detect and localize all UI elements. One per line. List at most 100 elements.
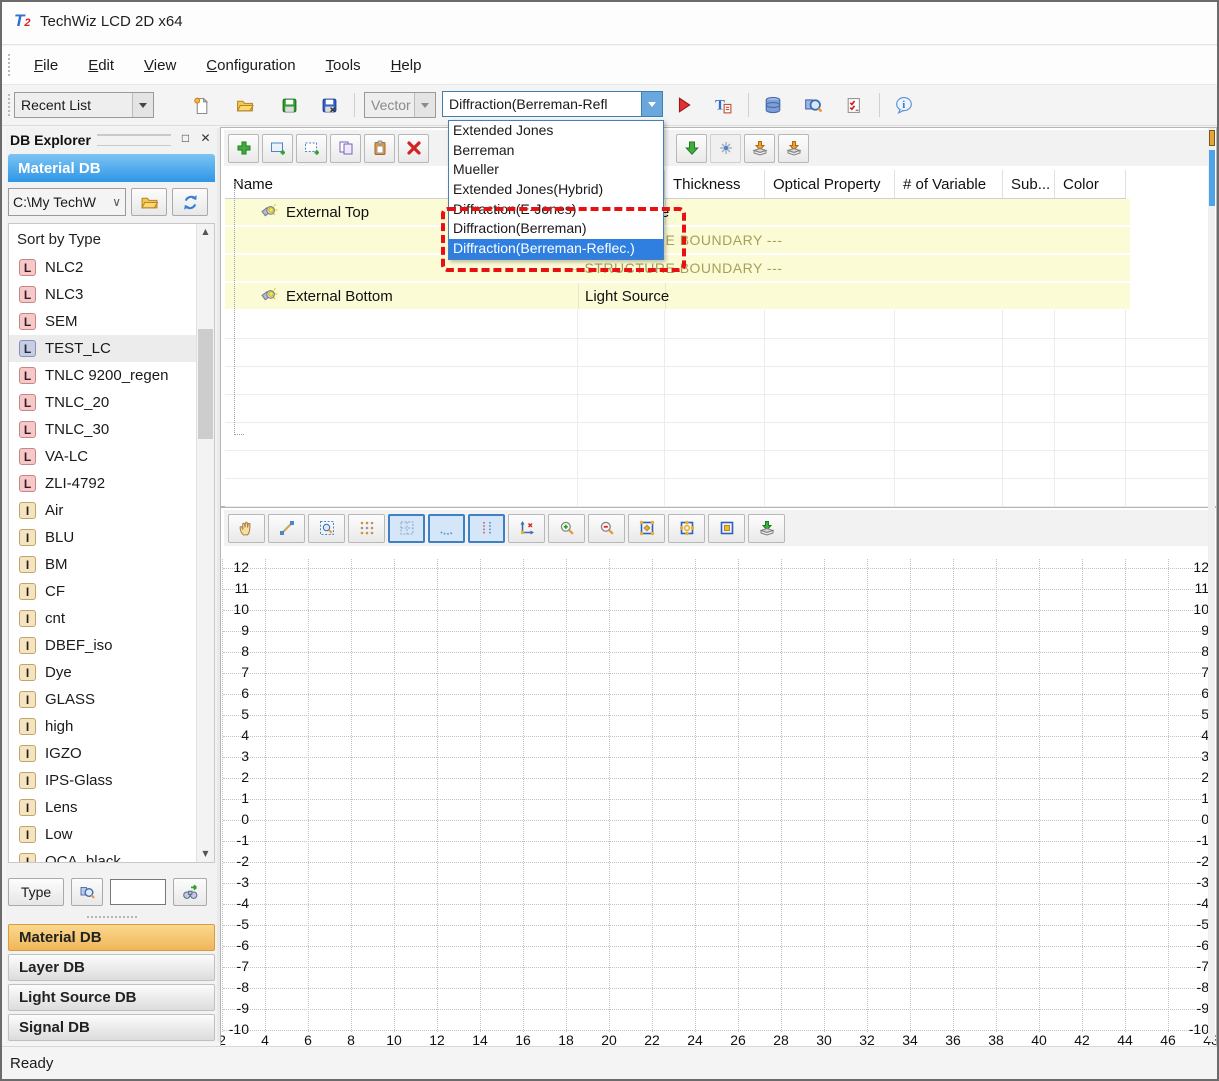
tab-light-source-db[interactable]: Light Source DB [8,984,215,1011]
fit-all-button[interactable] [668,514,705,543]
material-item-blu[interactable]: IBLU [9,524,197,551]
material-item-bm[interactable]: IBM [9,551,197,578]
material-item-glass[interactable]: IGLASS [9,686,197,713]
material-item-nlc2[interactable]: LNLC2 [9,254,197,281]
material-item-lens[interactable]: ILens [9,794,197,821]
material-item-dye[interactable]: IDye [9,659,197,686]
layer-row[interactable]: External BottomLight Source [225,282,1214,310]
method-combo[interactable]: Diffraction(Berreman-Refl [442,91,663,117]
menu-item-tools[interactable]: Tools [314,53,373,78]
material-item-nlc3[interactable]: LNLC3 [9,281,197,308]
open-file-button[interactable] [230,91,260,119]
show-points-button[interactable] [348,514,385,543]
recent-list-arrow[interactable] [132,93,153,117]
material-item-tnlc-20[interactable]: LTNLC_20 [9,389,197,416]
scroll-up-arrow[interactable]: ▲ [197,224,214,240]
material-item-ips-glass[interactable]: IIPS-Glass [9,767,197,794]
method-combo-arrow[interactable] [641,92,662,116]
new-file-button[interactable] [186,91,216,119]
material-item-zli-4792[interactable]: LZLI-4792 [9,470,197,497]
tab-signal-db[interactable]: Signal DB [8,1014,215,1041]
docked-panel-tab-orange[interactable] [1209,130,1215,146]
column-header-#-of-variable[interactable]: # of Variable [895,170,1003,198]
tab-layer-db[interactable]: Layer DB [8,954,215,981]
pan-hand-button[interactable] [228,514,265,543]
docked-panel-edge[interactable] [1208,128,1215,1042]
add-layer-above-button[interactable] [262,134,293,163]
delete-layer-button[interactable] [398,134,429,163]
list-scrollbar[interactable]: ▲ ▼ [196,224,214,862]
database-viewer-button[interactable] [758,91,788,119]
check-result-button[interactable] [838,91,868,119]
boundary-row[interactable]: --- STRUCTURE BOUNDARY --- [225,254,1214,282]
refresh-db-button[interactable] [172,188,208,216]
method-option-1[interactable]: Berreman [449,141,663,161]
material-item-va-lc[interactable]: LVA-LC [9,443,197,470]
material-item-low[interactable]: ILow [9,821,197,848]
export-image-button[interactable] [748,514,785,543]
material-item-sem[interactable]: LSEM [9,308,197,335]
export-structure-button[interactable] [744,134,775,163]
vector-combo[interactable]: Vector [364,92,436,118]
menu-item-configuration[interactable]: Configuration [194,53,307,78]
optimize-layer-button[interactable] [710,134,741,163]
db-path-arrow[interactable]: ∨ [112,195,125,209]
add-layer-button[interactable] [228,134,259,163]
docked-panel-tab-blue[interactable] [1209,150,1215,206]
zoom-out-button[interactable] [588,514,625,543]
method-option-0[interactable]: Extended Jones [449,121,663,141]
toggle-grid-button[interactable] [388,514,425,543]
menu-item-edit[interactable]: Edit [76,53,126,78]
measure-tool-button[interactable] [268,514,305,543]
move-layer-down-button[interactable] [676,134,707,163]
paste-layer-button[interactable] [364,134,395,163]
axes-origin-button[interactable] [508,514,545,543]
layer-row[interactable]: External TopLight Source [225,198,1214,226]
fit-width-button[interactable] [628,514,665,543]
material-item-cnt[interactable]: Icnt [9,605,197,632]
database-find-button[interactable] [798,91,828,119]
material-item-air[interactable]: IAir [9,497,197,524]
recent-list-combo[interactable]: Recent List [14,92,154,118]
menu-item-help[interactable]: Help [379,53,434,78]
find-material-button[interactable] [173,878,207,906]
method-option-2[interactable]: Mueller [449,160,663,180]
export-structure-alt-button[interactable] [778,134,809,163]
menu-item-file[interactable]: File [22,53,70,78]
insert-layer-button[interactable] [296,134,327,163]
sort-by-type-header[interactable]: Sort by Type [9,224,214,254]
column-header-sub-[interactable]: Sub... [1003,170,1055,198]
toggle-x-axis-button[interactable] [428,514,465,543]
material-item-igzo[interactable]: IIGZO [9,740,197,767]
toggle-y-axis-button[interactable] [468,514,505,543]
db-search-button[interactable] [71,878,103,906]
panel-close-button[interactable]: ✕ [197,132,214,147]
panel-float-button[interactable]: □ [177,132,194,147]
menu-item-view[interactable]: View [132,53,188,78]
zoom-region-button[interactable] [308,514,345,543]
vector-combo-arrow[interactable] [414,93,435,117]
zoom-in-button[interactable] [548,514,585,543]
column-header-color[interactable]: Color [1055,170,1126,198]
material-item-tnlc-9200-regen[interactable]: LTNLC 9200_regen [9,362,197,389]
run-report-button[interactable]: T [708,91,738,119]
scroll-thumb[interactable] [198,329,213,439]
material-item-test-lc[interactable]: LTEST_LC [9,335,197,362]
material-item-dbef-iso[interactable]: IDBEF_iso [9,632,197,659]
material-item-tnlc-30[interactable]: LTNLC_30 [9,416,197,443]
method-option-3[interactable]: Extended Jones(Hybrid) [449,180,663,200]
scroll-down-arrow[interactable]: ▼ [197,846,214,862]
copy-layer-button[interactable] [330,134,361,163]
material-item-high[interactable]: Ihigh [9,713,197,740]
run-simulation-button[interactable] [669,91,699,119]
db-path-combo[interactable]: C:\My TechW ∨ [8,188,126,216]
column-header-optical-property[interactable]: Optical Property [765,170,895,198]
material-item-oca-black[interactable]: IOCA_black [9,848,197,863]
type-filter-button[interactable]: Type [8,878,64,906]
column-header-thickness[interactable]: Thickness [665,170,765,198]
browse-folder-button[interactable] [131,188,167,216]
save-button[interactable] [274,91,304,119]
tab-material-db[interactable]: Material DB [8,924,215,951]
about-info-button[interactable]: i [889,91,919,119]
material-search-input[interactable] [110,879,166,905]
